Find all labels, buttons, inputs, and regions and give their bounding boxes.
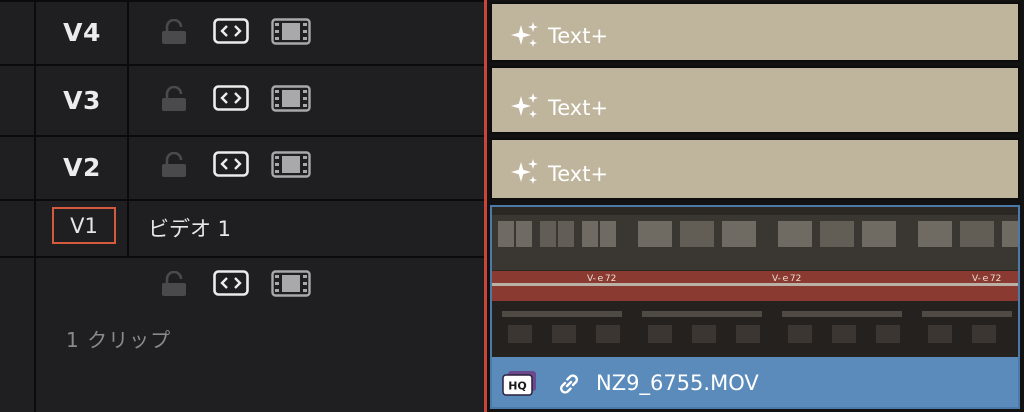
svg-text:V-ｅ72: V-ｅ72 xyxy=(772,274,801,284)
film-strip-icon[interactable] xyxy=(271,151,311,178)
lock-icon[interactable] xyxy=(160,152,188,178)
clip-thumbnails: V-ｅ72 V-ｅ72 V-ｅ72 xyxy=(492,207,1018,357)
track-label-v2[interactable]: V2 xyxy=(36,153,128,182)
row-divider xyxy=(0,199,485,201)
thumbnail-frame xyxy=(632,207,772,357)
text-clip-label: Text+ xyxy=(548,96,609,120)
video-clip-v1[interactable]: V-ｅ72 V-ｅ72 V-ｅ72 HQ NZ9_6755.MOV xyxy=(490,205,1020,409)
hq-badge-icon: HQ xyxy=(502,371,536,396)
text-clip-v4[interactable]: Text+ xyxy=(490,2,1020,62)
clip-info-bar: HQ NZ9_6755.MOV xyxy=(492,359,1018,407)
sparkle-icon xyxy=(511,22,538,47)
film-strip-icon[interactable] xyxy=(271,18,311,45)
lock-icon[interactable] xyxy=(160,86,188,112)
auto-select-icon[interactable] xyxy=(213,151,249,177)
lock-icon[interactable] xyxy=(160,271,188,297)
sparkle-icon xyxy=(511,159,538,184)
clip-filename: NZ9_6755.MOV xyxy=(596,371,759,395)
auto-select-icon[interactable] xyxy=(213,85,249,111)
link-icon xyxy=(560,374,578,394)
clip-count: 1 クリップ xyxy=(66,328,172,352)
auto-select-icon[interactable] xyxy=(213,270,249,296)
track-name-v1[interactable]: ビデオ 1 xyxy=(148,213,231,243)
text-clip-label: Text+ xyxy=(548,162,609,186)
film-strip-icon[interactable] xyxy=(271,270,311,297)
svg-text:V-ｅ72: V-ｅ72 xyxy=(972,274,1001,284)
text-clip-v3[interactable]: Text+ xyxy=(490,66,1020,134)
track-label-v3[interactable]: V3 xyxy=(36,86,128,115)
auto-select-icon[interactable] xyxy=(213,18,249,44)
sparkle-icon xyxy=(511,93,538,118)
thumbnail-frame: V-ｅ72 xyxy=(492,207,632,357)
track-header-panel: V4 V3 V2 V1 ビデオ 1 1 クリップ xyxy=(0,0,485,412)
row-divider xyxy=(0,256,485,258)
column-divider xyxy=(34,0,36,412)
film-strip-icon[interactable] xyxy=(271,85,311,112)
track-label-v1[interactable]: V1 xyxy=(52,207,116,244)
thumbnail-frame: V-ｅ72 xyxy=(912,207,1018,357)
track-label-v4[interactable]: V4 xyxy=(36,18,128,47)
text-clip-label: Text+ xyxy=(548,24,609,48)
row-divider xyxy=(0,64,485,66)
svg-text:V-ｅ72: V-ｅ72 xyxy=(587,274,616,284)
lock-icon[interactable] xyxy=(160,19,188,45)
row-divider xyxy=(0,0,485,2)
hq-badge-text: HQ xyxy=(508,380,527,393)
timeline-area: Text+ Text+ Text+ V-ｅ72 V-ｅ72 V-ｅ72 HQ N… xyxy=(487,0,1024,412)
text-clip-v2[interactable]: Text+ xyxy=(490,138,1020,200)
thumbnail-frame: V-ｅ72 xyxy=(772,207,912,357)
row-divider xyxy=(0,135,485,137)
